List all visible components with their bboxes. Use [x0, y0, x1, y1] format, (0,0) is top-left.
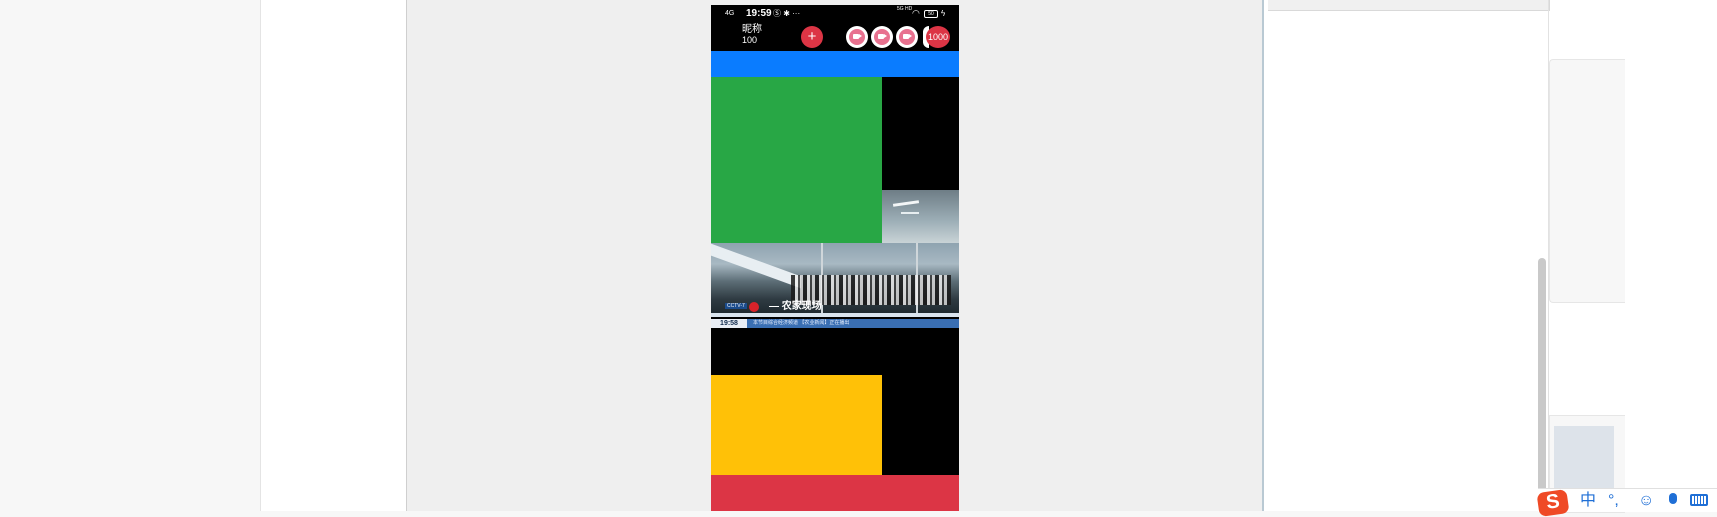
network-indicator: 5G HD	[897, 6, 913, 12]
status-time: 19:59	[746, 8, 772, 19]
user-nickname: 昵称 100	[742, 24, 762, 46]
vertical-scrollbar[interactable]	[1538, 258, 1546, 511]
battery-icon: 50	[924, 10, 938, 18]
red-bottom-bar[interactable]	[711, 475, 959, 511]
right-top-bar	[1268, 0, 1550, 11]
news-ticker: 19:58 本节目综合经济频道 【农业新闻】正在播出	[711, 319, 959, 328]
left-sidebar-panel	[0, 0, 261, 511]
camera-icon[interactable]	[871, 26, 893, 48]
nickname-value: 100	[742, 35, 758, 45]
background-panel	[261, 0, 407, 511]
keyboard-icon[interactable]	[1690, 494, 1708, 506]
nickname-label: 昵称	[742, 24, 762, 35]
channel-dot-icon	[749, 302, 759, 312]
green-video-tile[interactable]	[711, 77, 882, 243]
camera-icon[interactable]	[896, 26, 918, 48]
sogou-logo-icon[interactable]: S	[1536, 489, 1570, 517]
yellow-video-tile[interactable]	[711, 375, 882, 475]
program-title: — 农家现场	[769, 301, 822, 312]
right-card	[1549, 59, 1625, 303]
channel-logo: CCTV-7	[725, 303, 747, 309]
status-notification-icons: Ⓢ ✱ ···	[773, 9, 801, 18]
room-header: 昵称 100 + 1000	[711, 22, 959, 51]
phone-status-bar: 4G 19:59 Ⓢ ✱ ··· 5G HD ◠ 50 ϟ	[711, 5, 959, 22]
ime-mode-toggle[interactable]: 中	[1580, 492, 1596, 510]
viewer-count-badge[interactable]: 1000	[926, 26, 950, 48]
video-light	[901, 212, 919, 214]
ticker-clock: 19:58	[711, 319, 747, 328]
blue-video-tile[interactable]	[711, 51, 959, 77]
input-method-toolbar: S 中 °, ☺	[1536, 488, 1717, 517]
ime-punctuation-toggle[interactable]: °,	[1608, 492, 1619, 510]
add-button[interactable]: +	[801, 26, 823, 48]
signal-indicator: 4G	[725, 10, 735, 17]
phone-screen: 4G 19:59 Ⓢ ✱ ··· 5G HD ◠ 50 ϟ 昵称 100 + 1…	[711, 5, 959, 511]
camera-icon[interactable]	[846, 26, 868, 48]
emoji-icon[interactable]: ☺	[1638, 492, 1654, 510]
right-content-area	[1264, 0, 1717, 511]
charging-icon: ϟ	[941, 9, 946, 18]
wifi-icon: ◠	[912, 8, 920, 18]
ticker-text: 本节目综合经济频道 【农业新闻】正在播出	[753, 320, 850, 326]
microphone-icon[interactable]	[1669, 493, 1677, 504]
video-ceiling	[882, 190, 959, 243]
video-caption-bar	[711, 313, 959, 317]
